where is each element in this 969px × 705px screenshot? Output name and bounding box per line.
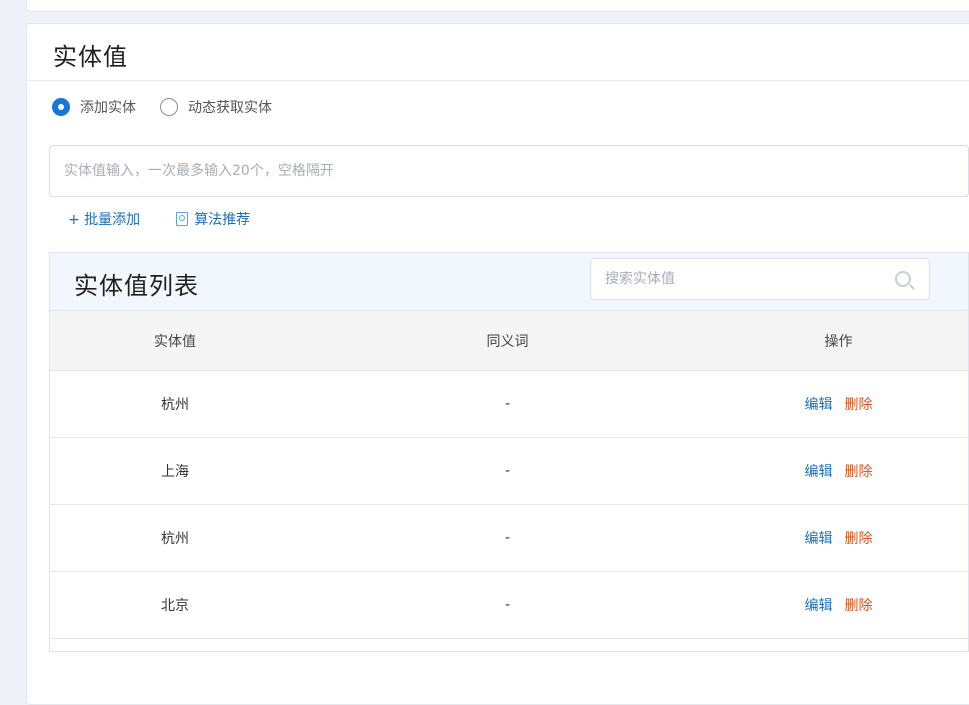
list-title: 实体值列表 xyxy=(74,272,199,300)
bookmark-icon xyxy=(176,212,189,226)
radio-add-entity-label: 添加实体 xyxy=(80,100,136,116)
table-row: 上海 - 编辑 删除 xyxy=(50,438,968,505)
batch-add-label: + 批量添加 xyxy=(68,212,141,228)
cell-value: 杭州 xyxy=(161,397,189,413)
cell-synonym: - xyxy=(504,463,511,479)
cell-value: 杭州 xyxy=(161,531,189,547)
table-row: 杭州 - 编辑 删除 xyxy=(50,505,968,572)
entity-mode-radio-group: 添加实体 动态获取实体 xyxy=(52,97,296,117)
algorithm-recommend-label: 算法推荐 xyxy=(194,212,251,228)
entity-list-panel: 实体值列表 实体值 同义词 操作 杭州 - 编辑 删除 上海 - 编辑 删除 杭… xyxy=(49,252,969,652)
column-header-value: 实体值 xyxy=(154,333,196,350)
cell-operations: 编辑 删除 xyxy=(715,461,962,481)
delete-button[interactable]: 删除 xyxy=(845,595,873,615)
batch-add-button[interactable]: + 批量添加 xyxy=(68,209,140,229)
radio-add-entity[interactable]: 添加实体 xyxy=(52,97,136,117)
cell-value: 上海 xyxy=(161,464,189,480)
edit-button[interactable]: 编辑 xyxy=(805,461,833,481)
radio-dynamic-entity[interactable]: 动态获取实体 xyxy=(160,97,272,117)
cell-operations: 编辑 删除 xyxy=(715,595,962,615)
radio-checked-icon xyxy=(52,98,70,116)
algorithm-recommend-button[interactable]: 算法推荐 xyxy=(176,209,250,229)
edit-button[interactable]: 编辑 xyxy=(805,394,833,414)
entity-value-input[interactable] xyxy=(49,145,969,197)
search-input[interactable] xyxy=(591,271,895,287)
edit-button[interactable]: 编辑 xyxy=(805,528,833,548)
column-header-synonym: 同义词 xyxy=(486,333,529,350)
table-row: 杭州 - 编辑 删除 xyxy=(50,371,968,438)
delete-button[interactable]: 删除 xyxy=(845,461,873,481)
cell-synonym: - xyxy=(504,597,511,613)
cell-operations: 编辑 删除 xyxy=(715,528,962,548)
search-icon[interactable] xyxy=(895,271,911,287)
cell-synonym: - xyxy=(504,530,511,546)
table-header: 实体值 同义词 操作 xyxy=(50,311,968,371)
previous-card xyxy=(26,0,969,12)
cell-operations: 编辑 删除 xyxy=(715,394,962,414)
cell-value: 北京 xyxy=(161,598,189,614)
search-box xyxy=(590,258,930,300)
radio-dynamic-entity-label: 动态获取实体 xyxy=(188,100,272,116)
card-header: 实体值 xyxy=(27,24,969,81)
input-actions: + 批量添加 算法推荐 xyxy=(68,209,286,229)
cell-synonym: - xyxy=(504,396,511,412)
page-title: 实体值 xyxy=(53,43,128,71)
table-row: 北京 - 编辑 删除 xyxy=(50,572,968,639)
edit-button[interactable]: 编辑 xyxy=(805,595,833,615)
radio-unchecked-icon xyxy=(160,98,178,116)
list-header: 实体值列表 xyxy=(50,253,968,311)
delete-button[interactable]: 删除 xyxy=(845,528,873,548)
delete-button[interactable]: 删除 xyxy=(845,394,873,414)
column-header-operation: 操作 xyxy=(824,333,853,350)
